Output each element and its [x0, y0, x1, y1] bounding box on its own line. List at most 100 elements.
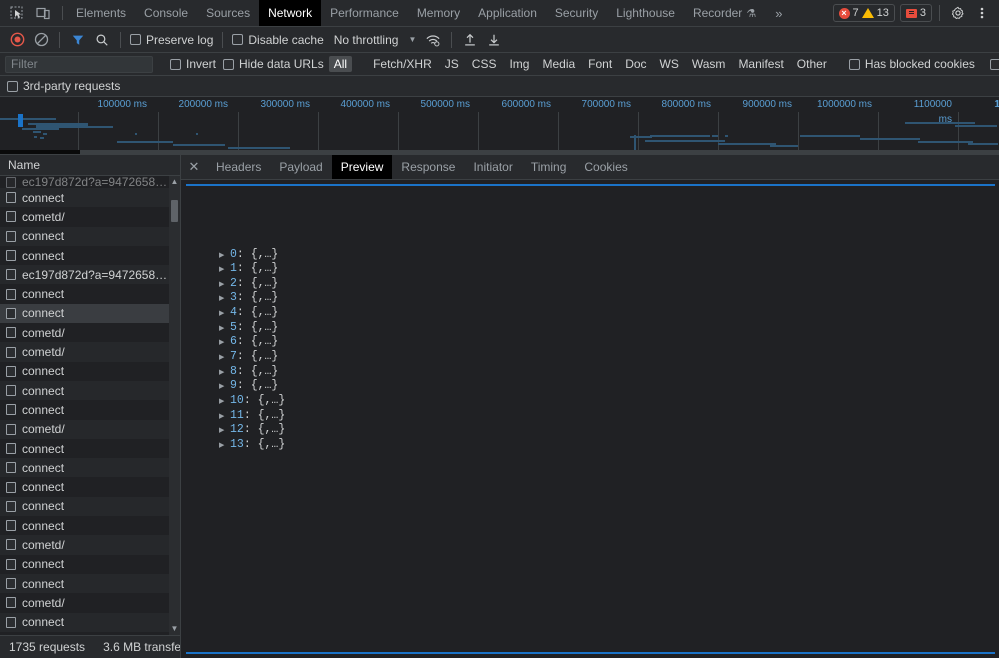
- tab-timing[interactable]: Timing: [522, 155, 576, 179]
- table-row[interactable]: connect: [0, 284, 169, 303]
- table-row[interactable]: cometd/: [0, 342, 169, 361]
- tab-security[interactable]: Security: [546, 0, 607, 26]
- json-array-item[interactable]: 4: {,…}: [186, 306, 995, 321]
- json-node-line[interactable]: 0: {data: [{,…}, {,…}, {,…}, {,…}, {,…},…: [186, 204, 995, 219]
- filter-type-all[interactable]: All: [329, 56, 352, 72]
- json-property-data[interactable]: data: [{,…}, {,…}, {,…}, {,…}, {,…}, {,……: [186, 233, 995, 248]
- invert-checkbox[interactable]: Invert: [168, 57, 218, 71]
- message-counter[interactable]: 3: [900, 4, 932, 22]
- filter-type-fetch-xhr[interactable]: Fetch/XHR: [368, 56, 437, 72]
- filter-type-wasm[interactable]: Wasm: [687, 56, 731, 72]
- table-row[interactable]: connect: [0, 439, 169, 458]
- table-row[interactable]: connect: [0, 381, 169, 400]
- json-array-item[interactable]: 12: {,…}: [186, 423, 995, 438]
- disclosure-triangle-closed-icon[interactable]: [219, 409, 230, 424]
- table-row[interactable]: cometd/: [0, 593, 169, 612]
- json-array-item[interactable]: 13: {,…}: [186, 438, 995, 453]
- disclosure-triangle-closed-icon[interactable]: [219, 262, 230, 277]
- filter-type-img[interactable]: Img: [504, 56, 534, 72]
- json-preview-tree[interactable]: [{data: [{,…}, {,…}, {,…}, {,…}, {,…}, {…: [186, 184, 995, 654]
- json-array-item[interactable]: 10: {,…}: [186, 394, 995, 409]
- table-row[interactable]: connect: [0, 574, 169, 593]
- json-array-item[interactable]: 3: {,…}: [186, 291, 995, 306]
- issue-counters[interactable]: × 7 13: [833, 4, 895, 22]
- table-row[interactable]: connect: [0, 497, 169, 516]
- tab-response[interactable]: Response: [392, 155, 464, 179]
- third-party-requests-box[interactable]: [7, 81, 18, 92]
- blocked-requests-box[interactable]: [990, 59, 999, 70]
- json-node-line-1[interactable]: 1: {channel: "/meta/connect", id: "925",…: [186, 453, 995, 468]
- request-list-scroll-area[interactable]: ec197d872d?a=947265835... connect cometd…: [0, 176, 180, 635]
- disclosure-triangle-closed-icon[interactable]: [219, 335, 230, 350]
- tab-lighthouse[interactable]: Lighthouse: [607, 0, 684, 26]
- has-blocked-cookies-checkbox[interactable]: Has blocked cookies: [847, 57, 977, 71]
- table-row-selected[interactable]: connect: [0, 304, 169, 323]
- table-row[interactable]: connect: [0, 516, 169, 535]
- json-root-line[interactable]: [{data: [{,…}, {,…}, {,…}, {,…}, {,…}, {…: [186, 189, 995, 204]
- preserve-log-checkbox[interactable]: Preserve log: [128, 33, 215, 47]
- table-row[interactable]: connect: [0, 477, 169, 496]
- export-har-icon[interactable]: [483, 30, 505, 50]
- gear-icon[interactable]: [947, 3, 969, 24]
- disclosure-triangle-closed-icon[interactable]: [219, 291, 230, 306]
- json-array-item[interactable]: 0: {,…}: [186, 248, 995, 263]
- scrollbar-thumb[interactable]: [171, 200, 178, 222]
- filter-input[interactable]: [5, 56, 153, 73]
- preserve-log-box[interactable]: [130, 34, 141, 45]
- json-array-item[interactable]: 5: {,…}: [186, 321, 995, 336]
- table-row[interactable]: connect: [0, 400, 169, 419]
- disclosure-triangle-closed-icon[interactable]: [219, 306, 230, 321]
- table-row[interactable]: connect: [0, 188, 169, 207]
- clear-button[interactable]: [30, 30, 52, 50]
- network-overview[interactable]: 100000 ms 200000 ms 300000 ms 400000 ms …: [0, 97, 999, 155]
- table-row[interactable]: ec197d872d?a=947265835...: [0, 265, 169, 284]
- table-row[interactable]: cometd/: [0, 535, 169, 554]
- disclosure-triangle-closed-icon[interactable]: [219, 379, 230, 394]
- tab-initiator[interactable]: Initiator: [464, 155, 521, 179]
- table-row[interactable]: connect: [0, 227, 169, 246]
- inspect-element-icon[interactable]: [6, 3, 28, 24]
- json-array-item[interactable]: 7: {,…}: [186, 350, 995, 365]
- network-conditions-icon[interactable]: [422, 30, 444, 50]
- tab-headers[interactable]: Headers: [207, 155, 270, 179]
- blocked-requests-checkbox[interactable]: Blocked Requests: [988, 57, 999, 71]
- table-row[interactable]: connect: [0, 458, 169, 477]
- tab-performance[interactable]: Performance: [321, 0, 408, 26]
- tab-payload[interactable]: Payload: [270, 155, 331, 179]
- json-array-item[interactable]: 2: {,…}: [186, 277, 995, 292]
- tab-sources[interactable]: Sources: [197, 0, 259, 26]
- table-row[interactable]: cometd/: [0, 323, 169, 342]
- disclosure-triangle-closed-icon[interactable]: [219, 350, 230, 365]
- hide-data-urls-box[interactable]: [223, 59, 234, 70]
- table-row[interactable]: connect: [0, 362, 169, 381]
- disclosure-triangle-closed-icon[interactable]: [219, 321, 230, 336]
- tab-cookies[interactable]: Cookies: [575, 155, 636, 179]
- filter-type-other[interactable]: Other: [792, 56, 832, 72]
- invert-box[interactable]: [170, 59, 181, 70]
- json-array-item[interactable]: 1: {,…}: [186, 262, 995, 277]
- filter-type-font[interactable]: Font: [583, 56, 617, 72]
- overview-scrollbar-thumb[interactable]: [0, 150, 80, 154]
- close-icon[interactable]: ✕: [181, 155, 207, 179]
- overview-scrollbar[interactable]: [0, 150, 999, 154]
- table-row[interactable]: cometd/: [0, 207, 169, 226]
- table-row[interactable]: connect: [0, 555, 169, 574]
- table-row[interactable]: cometd/: [0, 420, 169, 439]
- table-row[interactable]: connect: [0, 613, 169, 632]
- tab-recorder[interactable]: Recorder ⚗: [684, 0, 765, 26]
- record-button[interactable]: [6, 30, 28, 50]
- filter-icon[interactable]: [67, 30, 89, 50]
- disclosure-triangle-closed-icon[interactable]: [219, 365, 230, 380]
- has-blocked-cookies-box[interactable]: [849, 59, 860, 70]
- more-options-icon[interactable]: [971, 3, 993, 24]
- table-row[interactable]: ec197d872d?a=947265835...: [0, 632, 169, 635]
- json-array-item[interactable]: 11: {,…}: [186, 409, 995, 424]
- tab-memory[interactable]: Memory: [408, 0, 469, 26]
- tab-elements[interactable]: Elements: [67, 0, 135, 26]
- tab-preview[interactable]: Preview: [332, 155, 393, 179]
- search-icon[interactable]: [91, 30, 113, 50]
- import-har-icon[interactable]: [459, 30, 481, 50]
- disable-cache-checkbox[interactable]: Disable cache: [230, 33, 325, 47]
- request-list-header[interactable]: Name: [0, 155, 180, 176]
- request-list-scrollbar[interactable]: ▲ ▼: [169, 176, 180, 635]
